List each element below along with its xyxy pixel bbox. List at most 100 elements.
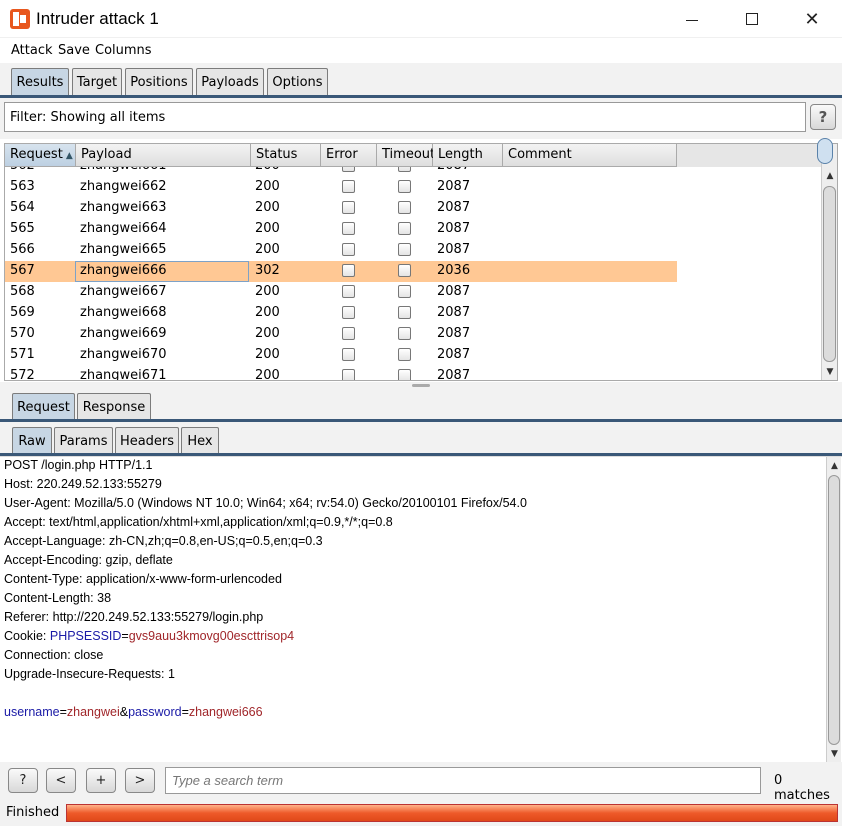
search-help-button[interactable]: ? <box>8 768 38 793</box>
error-checkbox[interactable] <box>342 327 355 340</box>
table-scrollbar[interactable]: ▲ ▼ <box>821 144 837 380</box>
column-length[interactable]: Length <box>433 144 503 167</box>
timeout-checkbox[interactable] <box>398 201 411 214</box>
title-bar: Intruder attack 1 ✕ <box>0 0 842 38</box>
error-checkbox[interactable] <box>342 348 355 361</box>
table-row[interactable]: 565 zhangwei664 200 2087 <box>5 219 677 240</box>
table-row[interactable]: 570 zhangwei669 200 2087 <box>5 324 677 345</box>
tab-target[interactable]: Target <box>72 68 122 96</box>
request-line: Accept-Encoding: gzip, deflate <box>4 553 173 567</box>
error-checkbox[interactable] <box>342 180 355 193</box>
burp-icon <box>10 9 30 29</box>
table-row[interactable]: 562 zhangwei661 200 2087 <box>5 167 677 177</box>
minimize-icon[interactable] <box>664 0 720 38</box>
tab-payloads[interactable]: Payloads <box>196 68 264 96</box>
editor-scroll-up-icon[interactable]: ▲ <box>827 458 842 474</box>
menu-attack[interactable]: Attack <box>11 43 53 58</box>
tab-results[interactable]: Results <box>11 68 69 96</box>
tab-raw[interactable]: Raw <box>12 427 52 455</box>
tab-options[interactable]: Options <box>267 68 328 96</box>
column-timeout[interactable]: Timeout <box>377 144 435 167</box>
column-error[interactable]: Error <box>321 144 377 167</box>
table-row[interactable]: 563 zhangwei662 200 2087 <box>5 177 677 198</box>
timeout-checkbox[interactable] <box>398 180 411 193</box>
column-payload[interactable]: Payload <box>76 144 251 167</box>
splitter-grip[interactable] <box>412 384 430 387</box>
window-title: Intruder attack 1 <box>36 9 159 28</box>
match-count: 0 matches <box>774 773 830 803</box>
request-line: Accept: text/html,application/xhtml+xml,… <box>4 515 393 529</box>
cell-payload: zhangwei668 <box>80 305 167 320</box>
cell-payload: zhangwei664 <box>80 221 167 236</box>
search-options-button[interactable]: + <box>86 768 116 793</box>
maximize-icon[interactable] <box>724 0 780 38</box>
error-checkbox[interactable] <box>342 264 355 277</box>
table-scroll-knob[interactable] <box>817 138 833 164</box>
table-row[interactable]: 569 zhangwei668 200 2087 <box>5 303 677 324</box>
cell-request: 563 <box>10 179 35 194</box>
request-line: Accept-Language: zh-CN,zh;q=0.8,en-US;q=… <box>4 534 323 548</box>
error-checkbox[interactable] <box>342 369 355 380</box>
tab-headers[interactable]: Headers <box>115 427 179 455</box>
error-checkbox[interactable] <box>342 285 355 298</box>
timeout-checkbox[interactable] <box>398 348 411 361</box>
menu-columns[interactable]: Columns <box>95 43 152 58</box>
table-scroll-thumb[interactable] <box>823 186 836 362</box>
timeout-checkbox[interactable] <box>398 222 411 235</box>
next-match-button[interactable]: > <box>125 768 155 793</box>
tab-response[interactable]: Response <box>77 393 151 421</box>
tab-params[interactable]: Params <box>54 427 113 455</box>
status-bar: Finished <box>0 800 842 826</box>
menu-save[interactable]: Save <box>58 43 90 58</box>
timeout-checkbox[interactable] <box>398 264 411 277</box>
cookie-line: Cookie: PHPSESSID=gvs9auu3kmovg00escttri… <box>4 629 295 643</box>
column-status[interactable]: Status <box>251 144 321 167</box>
request-line: Connection: close <box>4 648 104 662</box>
table-row[interactable]: 567 zhangwei666 302 2036 <box>5 261 677 282</box>
cell-length: 2087 <box>437 221 471 236</box>
error-checkbox[interactable] <box>342 222 355 235</box>
timeout-checkbox[interactable] <box>398 369 411 380</box>
timeout-checkbox[interactable] <box>398 306 411 319</box>
table-row[interactable]: 566 zhangwei665 200 2087 <box>5 240 677 261</box>
table-row[interactable]: 568 zhangwei667 200 2087 <box>5 282 677 303</box>
error-checkbox[interactable] <box>342 306 355 319</box>
error-checkbox[interactable] <box>342 167 355 172</box>
editor-scrollbar[interactable]: ▲ ▼ <box>826 457 841 763</box>
table-row[interactable]: 571 zhangwei670 200 2087 <box>5 345 677 366</box>
cell-payload: zhangwei662 <box>80 179 167 194</box>
cell-request: 568 <box>10 284 35 299</box>
scroll-up-icon[interactable]: ▲ <box>822 168 837 184</box>
cell-status: 200 <box>255 347 280 362</box>
request-line: POST /login.php HTTP/1.1 <box>4 458 153 472</box>
cell-status: 200 <box>255 242 280 257</box>
cell-length: 2087 <box>437 326 471 341</box>
request-line: Content-Length: 38 <box>4 591 112 605</box>
scroll-down-icon[interactable]: ▼ <box>822 364 837 380</box>
tab-hex[interactable]: Hex <box>181 427 219 455</box>
previous-match-button[interactable]: < <box>46 768 76 793</box>
close-icon[interactable]: ✕ <box>784 0 840 38</box>
search-bar: ? < + > Type a search term 0 matches <box>0 762 842 803</box>
request-editor[interactable]: POST /login.php HTTP/1.1 Host: 220.249.52… <box>0 456 842 763</box>
table-row[interactable]: 564 zhangwei663 200 2087 <box>5 198 677 219</box>
filter-field[interactable]: Filter: Showing all items <box>4 102 806 132</box>
table-row[interactable]: 572 zhangwei671 200 2087 <box>5 366 677 381</box>
filter-help-button[interactable]: ? <box>810 104 836 130</box>
timeout-checkbox[interactable] <box>398 285 411 298</box>
column-request[interactable]: Request ▲ <box>5 144 76 167</box>
timeout-checkbox[interactable] <box>398 327 411 340</box>
error-checkbox[interactable] <box>342 243 355 256</box>
tab-request[interactable]: Request <box>12 393 75 421</box>
timeout-checkbox[interactable] <box>398 167 411 172</box>
cell-status: 200 <box>255 305 280 320</box>
timeout-checkbox[interactable] <box>398 243 411 256</box>
editor-scroll-down-icon[interactable]: ▼ <box>827 746 842 762</box>
tab-positions[interactable]: Positions <box>125 68 193 96</box>
cell-payload: zhangwei670 <box>80 347 167 362</box>
column-comment[interactable]: Comment <box>503 144 677 167</box>
search-input[interactable]: Type a search term <box>165 767 761 794</box>
editor-scroll-thumb[interactable] <box>828 475 840 745</box>
error-checkbox[interactable] <box>342 201 355 214</box>
cell-request: 572 <box>10 368 35 381</box>
